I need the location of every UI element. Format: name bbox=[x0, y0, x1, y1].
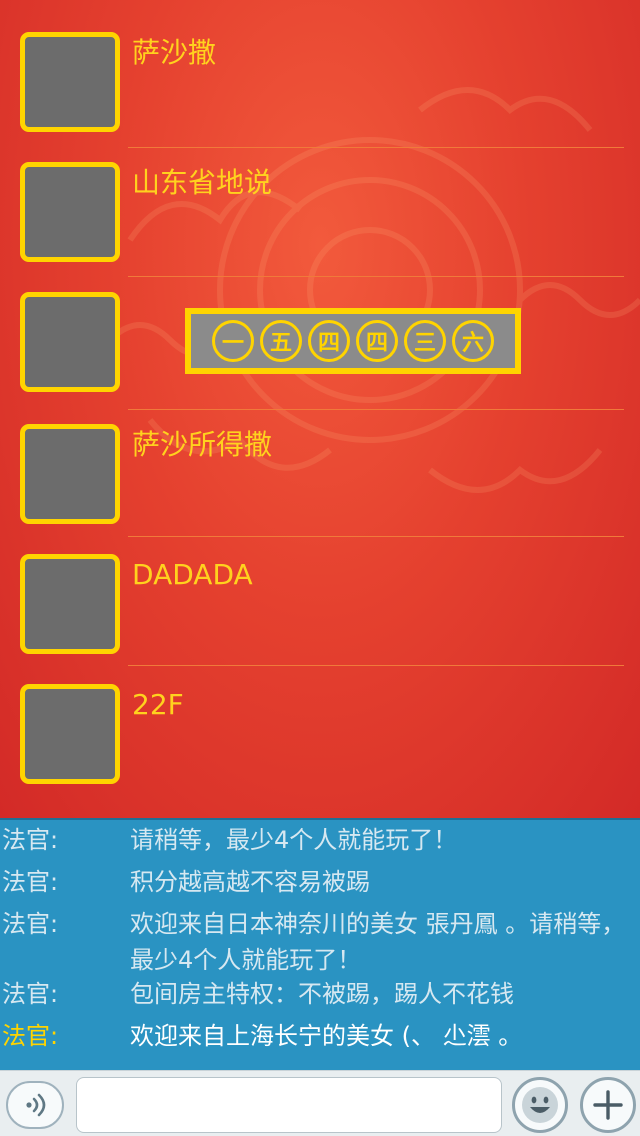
chat-speaker: 法官: bbox=[2, 868, 59, 896]
player-name: 萨沙所得撒 bbox=[132, 428, 273, 461]
player-seat[interactable]: 22F bbox=[0, 652, 640, 784]
player-name: 22F bbox=[132, 688, 184, 721]
player-avatar[interactable] bbox=[20, 554, 120, 654]
player-seat[interactable]: 山东省地说 bbox=[0, 130, 640, 262]
chat-speaker: 法官: bbox=[2, 826, 59, 854]
player-avatar[interactable] bbox=[20, 684, 120, 784]
player-seat[interactable]: DADADA bbox=[0, 522, 640, 654]
player-avatar[interactable] bbox=[20, 162, 120, 262]
word-character-coin: 四 bbox=[308, 320, 350, 362]
chat-log[interactable]: 法官: 请稍等，最少4个人就能玩了！ 法官: 积分越高越不容易被踢 法官: 欢迎… bbox=[0, 818, 640, 1070]
chat-text: 欢迎来自日本神奈川的美女 張丹鳳 。请稍等，最少4个人就能玩了！ bbox=[130, 910, 626, 974]
plus-icon bbox=[593, 1090, 623, 1120]
word-banner: 一 五 四 四 三 六 bbox=[185, 308, 521, 374]
seat-divider bbox=[128, 665, 624, 666]
chat-speaker: 法官: bbox=[2, 1022, 59, 1050]
voice-button[interactable] bbox=[6, 1081, 64, 1129]
chat-input-bar bbox=[0, 1070, 640, 1136]
chat-speaker: 法官: bbox=[2, 980, 59, 1008]
chat-text: 欢迎来自上海长宁的美女 (、 尐澐 。 bbox=[130, 1022, 523, 1050]
player-avatar[interactable] bbox=[20, 32, 120, 132]
word-character-coin: 五 bbox=[260, 320, 302, 362]
seat-divider bbox=[128, 409, 624, 410]
chat-text: 请稍等，最少4个人就能玩了！ bbox=[130, 826, 458, 854]
word-character-coin: 四 bbox=[356, 320, 398, 362]
player-seat[interactable]: 萨沙撒 bbox=[0, 0, 640, 148]
player-name: DADADA bbox=[132, 558, 253, 591]
seat-divider bbox=[128, 276, 624, 277]
player-seat[interactable]: 萨沙所得撒 bbox=[0, 392, 640, 524]
emoji-button[interactable] bbox=[512, 1077, 568, 1133]
game-room-area: 萨沙撒 山东省地说 萨沙所得撒 DADADA 22F 一 五 四 四 三 六 bbox=[0, 0, 640, 818]
emoji-icon bbox=[522, 1087, 558, 1123]
player-name: 山东省地说 bbox=[132, 166, 273, 199]
word-character-coin: 一 bbox=[212, 320, 254, 362]
add-button[interactable] bbox=[580, 1077, 636, 1133]
word-character-coin: 三 bbox=[404, 320, 446, 362]
voice-icon bbox=[26, 1093, 46, 1117]
seat-divider bbox=[128, 147, 624, 148]
seat-divider bbox=[128, 536, 624, 537]
chat-text: 包间房主特权：不被踢，踢人不花钱 bbox=[130, 980, 514, 1008]
chat-text-input[interactable] bbox=[76, 1077, 502, 1133]
player-avatar[interactable] bbox=[20, 424, 120, 524]
player-name: 萨沙撒 bbox=[132, 36, 217, 69]
player-avatar[interactable] bbox=[20, 292, 120, 392]
word-banner-inner: 一 五 四 四 三 六 bbox=[191, 314, 515, 368]
word-character-coin: 六 bbox=[452, 320, 494, 362]
chat-speaker: 法官: bbox=[2, 910, 59, 938]
chat-text: 积分越高越不容易被踢 bbox=[130, 868, 370, 896]
